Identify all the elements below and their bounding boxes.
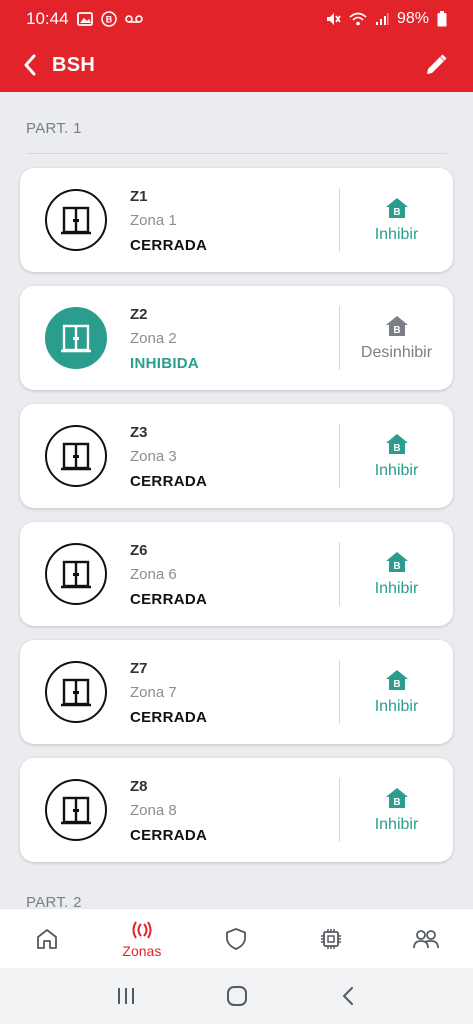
edit-button[interactable] bbox=[421, 50, 451, 80]
battery-percent: 98% bbox=[396, 10, 429, 27]
door-icon bbox=[45, 661, 107, 723]
home-bypass-icon: B bbox=[385, 316, 408, 336]
users-icon bbox=[412, 929, 439, 948]
battery-icon bbox=[437, 11, 447, 27]
inhibit-label: Inhibir bbox=[374, 698, 419, 715]
zone-name: Zona 1 bbox=[130, 212, 177, 229]
back-arrow-icon bbox=[342, 987, 353, 1005]
back-button[interactable] bbox=[22, 50, 48, 80]
page-title: BSH bbox=[52, 53, 96, 76]
zone-card[interactable]: Z6 Zona 6 CERRADA B Inhibir bbox=[20, 522, 453, 626]
bottom-nav: Zonas bbox=[0, 908, 473, 968]
partition-label: PART. 1 bbox=[26, 120, 82, 137]
zone-name: Zona 3 bbox=[130, 448, 177, 465]
home-circle-icon bbox=[226, 986, 247, 1006]
zone-status: CERRADA bbox=[130, 237, 208, 254]
inhibit-label: Inhibir bbox=[374, 226, 419, 243]
b-badge-icon: B bbox=[100, 11, 117, 27]
uninhibit-button[interactable]: B Desinhibir bbox=[340, 286, 453, 390]
zone-status: CERRADA bbox=[130, 473, 208, 490]
voicemail-icon bbox=[124, 15, 143, 23]
inhibit-label: Inhibir bbox=[374, 580, 419, 597]
zone-id: Z6 bbox=[130, 542, 148, 559]
zone-card[interactable]: Z2 Zona 2 INHIBIDA B Desinhibir bbox=[20, 286, 453, 390]
inhibit-button[interactable]: B Inhibir bbox=[340, 404, 453, 508]
nav-zonas[interactable]: Zonas bbox=[95, 909, 190, 968]
nav-zonas-label: Zonas bbox=[122, 942, 162, 959]
inhibit-button[interactable]: B Inhibir bbox=[340, 168, 453, 272]
door-icon bbox=[45, 189, 107, 251]
zone-name: Zona 7 bbox=[130, 684, 177, 701]
zone-id: Z7 bbox=[130, 660, 148, 677]
zone-id: Z8 bbox=[130, 778, 148, 795]
svg-text:B: B bbox=[105, 15, 112, 25]
door-icon bbox=[45, 425, 107, 487]
mute-icon bbox=[326, 13, 341, 25]
home-bypass-icon: B bbox=[385, 670, 408, 690]
zone-status: CERRADA bbox=[130, 591, 208, 608]
status-time: 10:44 bbox=[26, 9, 69, 28]
svg-text:B: B bbox=[393, 207, 400, 218]
zone-id: Z2 bbox=[130, 306, 148, 323]
svg-text:B: B bbox=[393, 325, 400, 336]
back-system-button[interactable] bbox=[328, 976, 368, 1016]
zone-name: Zona 2 bbox=[130, 330, 177, 347]
zones-list[interactable]: PART. 1 Z1 Zona 1 CERRADA B Inhibir Z2 Z… bbox=[0, 92, 473, 908]
divider bbox=[26, 153, 447, 154]
chip-icon bbox=[321, 928, 342, 949]
shield-icon bbox=[226, 927, 247, 950]
nav-security[interactable] bbox=[189, 909, 284, 968]
system-nav-bar bbox=[0, 968, 473, 1024]
door-icon bbox=[45, 543, 107, 605]
zone-status: CERRADA bbox=[130, 709, 208, 726]
zone-status: INHIBIDA bbox=[130, 355, 200, 372]
image-icon bbox=[76, 12, 93, 26]
zone-card[interactable]: Z7 Zona 7 CERRADA B Inhibir bbox=[20, 640, 453, 744]
pencil-icon bbox=[427, 54, 447, 74]
signal-icon bbox=[375, 13, 389, 25]
zone-card[interactable]: Z3 Zona 3 CERRADA B Inhibir bbox=[20, 404, 453, 508]
app-bar: BSH bbox=[0, 38, 473, 92]
recent-apps-button[interactable] bbox=[106, 976, 146, 1016]
nav-home[interactable] bbox=[0, 909, 95, 968]
svg-text:B: B bbox=[393, 679, 400, 690]
svg-text:B: B bbox=[393, 443, 400, 454]
status-bar: 10:44 B 98% bbox=[0, 0, 473, 38]
home-bypass-icon: B bbox=[385, 434, 408, 454]
home-system-button[interactable] bbox=[217, 976, 257, 1016]
zone-status: CERRADA bbox=[130, 827, 208, 844]
nav-devices[interactable] bbox=[284, 909, 379, 968]
inhibit-label: Inhibir bbox=[374, 816, 419, 833]
zone-id: Z1 bbox=[130, 188, 148, 205]
zone-id: Z3 bbox=[130, 424, 148, 441]
uninhibit-label: Desinhibir bbox=[360, 344, 433, 361]
inhibit-button[interactable]: B Inhibir bbox=[340, 640, 453, 744]
zones-icon bbox=[132, 920, 152, 939]
svg-text:B: B bbox=[393, 797, 400, 808]
svg-text:B: B bbox=[393, 561, 400, 572]
home-bypass-icon: B bbox=[385, 552, 408, 572]
home-icon bbox=[37, 928, 58, 949]
zone-card[interactable]: Z1 Zona 1 CERRADA B Inhibir bbox=[20, 168, 453, 272]
zone-card[interactable]: Z8 Zona 8 CERRADA B Inhibir bbox=[20, 758, 453, 862]
home-bypass-icon: B bbox=[385, 198, 408, 218]
inhibit-button[interactable]: B Inhibir bbox=[340, 758, 453, 862]
home-bypass-icon: B bbox=[385, 788, 408, 808]
recent-apps-icon bbox=[117, 988, 134, 1004]
zone-name: Zona 6 bbox=[130, 566, 177, 583]
door-icon bbox=[45, 307, 107, 369]
door-icon bbox=[45, 779, 107, 841]
nav-users[interactable] bbox=[378, 909, 473, 968]
chevron-left-icon bbox=[24, 54, 36, 76]
wifi-icon bbox=[349, 12, 367, 26]
partition-label: PART. 2 bbox=[26, 894, 82, 908]
inhibit-button[interactable]: B Inhibir bbox=[340, 522, 453, 626]
inhibit-label: Inhibir bbox=[374, 462, 419, 479]
zone-name: Zona 8 bbox=[130, 802, 177, 819]
